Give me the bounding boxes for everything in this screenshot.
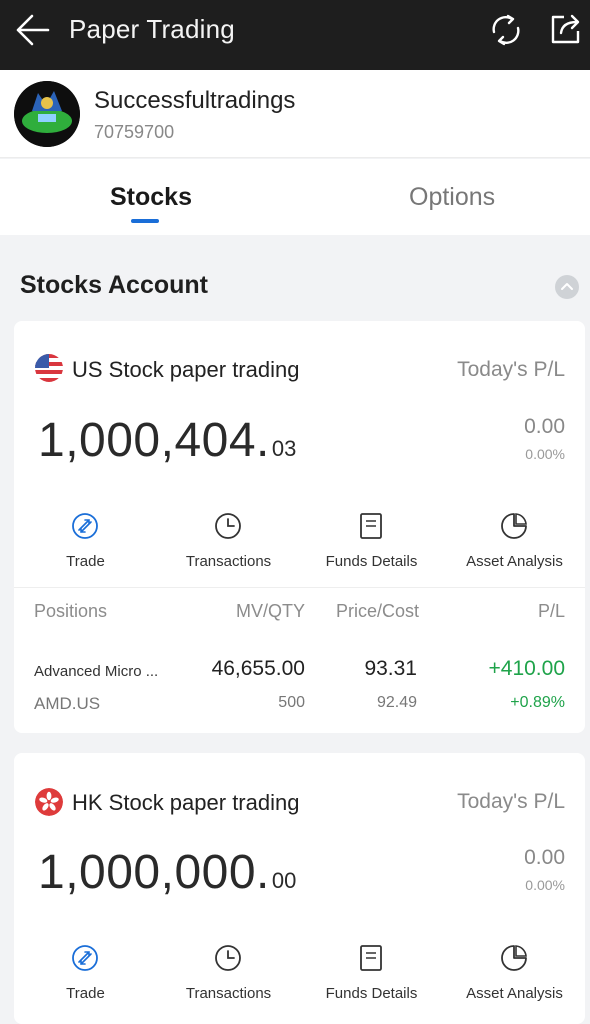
market-value: 46,655.00 (211, 657, 305, 680)
tab-options[interactable]: Options (409, 183, 495, 212)
todays-pl-value: 0.00 (524, 415, 565, 438)
position-pl-percent: +0.89% (510, 694, 565, 711)
transactions-button[interactable]: Transactions (157, 511, 300, 591)
hk-flag-icon (35, 788, 63, 816)
trade-icon (72, 945, 98, 971)
position-row[interactable]: Advanced Micro ... AMD.US 46,655.00 500 … (14, 651, 585, 721)
account-balance: 1,000,000.00 (38, 845, 296, 900)
funds-details-button[interactable]: Funds Details (300, 943, 443, 1023)
balance-main: 1,000,404. (38, 414, 270, 467)
profile-header: Successfultradings 70759700 (0, 70, 590, 158)
account-actions: Trade Transactions Funds Details Asset A… (14, 943, 585, 1023)
todays-pl-label: Today's P/L (457, 358, 565, 381)
profile-id: 70759700 (94, 122, 175, 142)
asset-analysis-label: Asset Analysis (466, 553, 563, 570)
position-pl: +410.00 (488, 657, 566, 680)
section-title: Stocks Account (20, 271, 209, 299)
price: 93.31 (364, 657, 417, 680)
active-tab-indicator (131, 219, 159, 223)
transactions-button[interactable]: Transactions (157, 943, 300, 1023)
page-title: Paper Trading (69, 14, 235, 44)
trade-button[interactable]: Trade (14, 511, 157, 591)
transactions-label: Transactions (185, 985, 272, 1002)
account-type-tabs: Stocks Options (0, 159, 590, 235)
stock-code: AMD.US (34, 694, 101, 713)
us-account-card[interactable]: US Stock paper trading Today's P/L 1,000… (14, 321, 585, 733)
balance-main: 1,000,000. (38, 846, 270, 899)
asset-analysis-button[interactable]: Asset Analysis (443, 511, 585, 591)
positions-header: Positions (34, 601, 108, 621)
account-balance: 1,000,404.03 (38, 413, 296, 468)
pl-header: P/L (537, 601, 565, 621)
quantity: 500 (278, 694, 305, 711)
funds-details-label: Funds Details (325, 553, 418, 570)
trade-label: Trade (66, 985, 105, 1002)
divider (14, 587, 585, 588)
balance-cents: 03 (271, 436, 297, 461)
asset-analysis-label: Asset Analysis (466, 985, 563, 1002)
transactions-label: Transactions (185, 553, 272, 570)
mv-qty-header: MV/QTY (235, 601, 305, 621)
todays-pl-label: Today's P/L (457, 790, 565, 813)
avatar[interactable] (14, 81, 80, 147)
tab-stocks[interactable]: Stocks (110, 183, 192, 212)
clock-icon (215, 513, 241, 539)
trade-label: Trade (66, 553, 105, 570)
funds-details-label: Funds Details (325, 985, 418, 1002)
funds-details-button[interactable]: Funds Details (300, 511, 443, 591)
account-name: HK Stock paper trading (72, 790, 300, 815)
refresh-icon[interactable] (488, 12, 524, 48)
todays-pl-value: 0.00 (524, 846, 565, 869)
hk-account-card[interactable]: HK Stock paper trading Today's P/L 1,000… (14, 753, 585, 1024)
price-cost-header: Price/Cost (335, 601, 419, 621)
document-icon (360, 513, 382, 539)
pie-chart-icon (501, 945, 527, 971)
trade-icon (72, 513, 98, 539)
account-name: US Stock paper trading (72, 357, 300, 382)
todays-pl-percent: 0.00% (525, 877, 565, 893)
trade-button[interactable]: Trade (14, 943, 157, 1023)
todays-pl-percent: 0.00% (525, 446, 565, 462)
pie-chart-icon (501, 513, 527, 539)
clock-icon (215, 945, 241, 971)
asset-analysis-button[interactable]: Asset Analysis (443, 943, 585, 1023)
share-icon[interactable] (547, 11, 583, 47)
account-actions: Trade Transactions Funds Details Asset A… (14, 511, 585, 591)
profile-name: Successfultradings (94, 87, 296, 114)
cost: 92.49 (376, 694, 417, 711)
balance-cents: 00 (271, 868, 297, 893)
us-flag-icon (35, 354, 63, 382)
top-bar: Paper Trading (0, 0, 590, 70)
stock-name: Advanced Micro ... (34, 663, 159, 680)
document-icon (360, 945, 382, 971)
arrow-left-icon[interactable] (14, 13, 52, 47)
chevron-up-icon[interactable] (555, 275, 579, 299)
